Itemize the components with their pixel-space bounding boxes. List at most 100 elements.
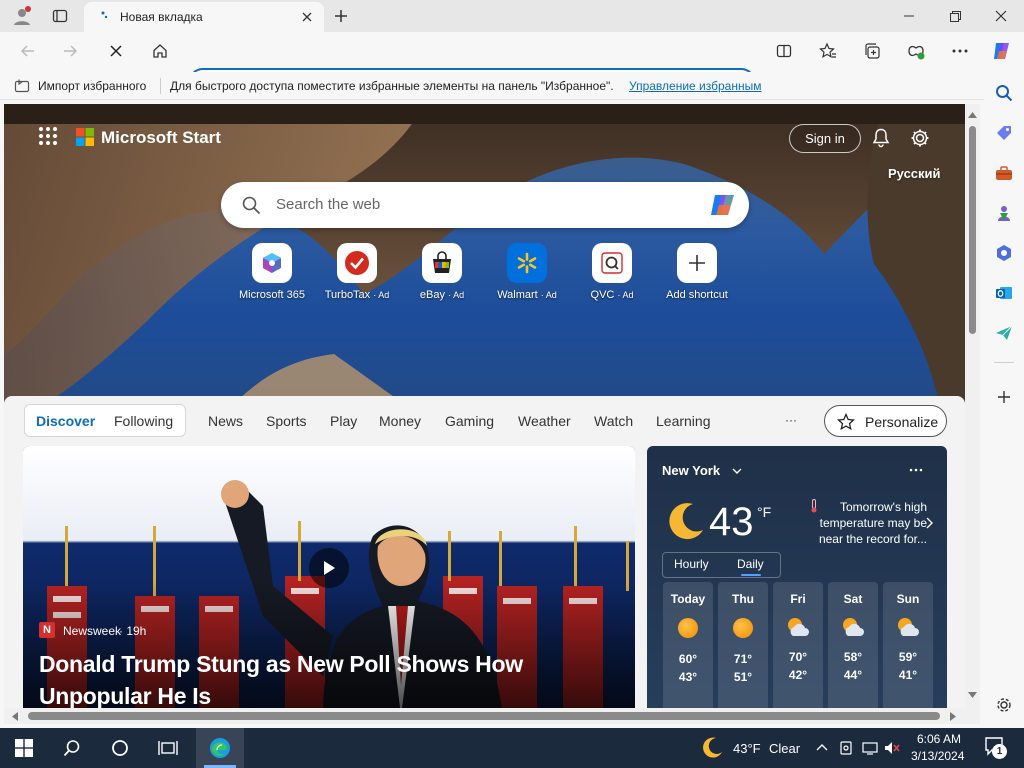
show-hidden-icons-chevron-icon[interactable] — [816, 743, 828, 751]
vertical-scrollbar[interactable] — [965, 104, 980, 708]
shortcut-qvc[interactable]: QVC · Ad — [572, 243, 652, 307]
network-icon[interactable] — [862, 741, 878, 755]
weather-alert[interactable]: Tomorrow's high temperature may be near … — [797, 499, 927, 547]
volume-muted-icon[interactable] — [884, 741, 900, 755]
clock-date[interactable]: 3/13/2024 — [911, 749, 964, 763]
forecast-day[interactable]: Thu 71° 51° — [718, 582, 768, 708]
page-settings-gear-icon[interactable] — [908, 126, 932, 150]
add-sidebar-app-icon[interactable] — [990, 384, 1018, 410]
tab-new-tab[interactable]: Новая вкладка — [84, 2, 324, 32]
tab-following[interactable]: Following — [114, 413, 173, 429]
notifications-bell-icon[interactable] — [870, 126, 892, 150]
manage-favorites-link[interactable]: Управление избранным — [629, 79, 761, 93]
tab-money[interactable]: Money — [379, 413, 421, 429]
shortcut-walmart[interactable]: Walmart · Ad — [487, 243, 567, 307]
story-headline[interactable]: Donald Trump Stung as New Poll Shows How… — [39, 648, 629, 708]
more-tabs-button[interactable]: ··· — [785, 413, 797, 427]
weather-card[interactable]: New York 43 °F Tomorrow's high temperatu… — [647, 446, 947, 708]
tab-weather[interactable]: Weather — [518, 413, 571, 429]
scrollbar-thumb[interactable] — [28, 712, 940, 720]
shortcut-ebay[interactable]: eBay · Ad — [402, 243, 482, 307]
add-shortcut-button[interactable]: Add shortcut — [657, 243, 737, 307]
apps-launcher-icon[interactable] — [36, 124, 60, 148]
hourly-toggle[interactable]: Hourly — [674, 557, 709, 571]
sidebar-settings-gear-icon[interactable] — [990, 692, 1018, 718]
top-story-card[interactable]: N Newsweek · 19h Donald Trump Stung as N… — [23, 446, 635, 708]
tab-news[interactable]: News — [208, 413, 243, 429]
forecast-day[interactable]: Fri 70° 42° — [773, 582, 823, 708]
settings-more-icon[interactable] — [946, 38, 974, 64]
drop-send-icon[interactable] — [990, 320, 1018, 346]
stop-loading-button[interactable] — [102, 38, 130, 64]
shortcut-microsoft-365[interactable]: Microsoft 365 — [232, 243, 312, 307]
tab-discover[interactable]: Discover — [36, 413, 95, 429]
taskbar-search-icon[interactable] — [56, 734, 88, 762]
tab-play[interactable]: Play — [330, 413, 357, 429]
clock-time[interactable]: 6:06 AM — [917, 732, 961, 746]
scroll-right-arrow-icon[interactable] — [950, 712, 956, 721]
day-name: Sat — [843, 592, 863, 606]
games-icon[interactable] — [990, 200, 1018, 226]
web-search-input[interactable]: Search the web — [276, 196, 380, 213]
action-center-icon[interactable]: 1 — [984, 736, 1008, 760]
weather-more-icon[interactable] — [909, 468, 923, 472]
copilot-icon[interactable] — [988, 38, 1016, 64]
device-icon[interactable] — [839, 741, 853, 755]
web-search-box[interactable]: Search the web — [221, 182, 749, 228]
moon-icon — [663, 500, 707, 544]
outlook-icon[interactable] — [990, 280, 1018, 306]
copilot-search-icon[interactable] — [709, 191, 739, 219]
tab-gaming[interactable]: Gaming — [445, 413, 494, 429]
weather-city[interactable]: New York — [662, 463, 720, 478]
close-window-button[interactable] — [986, 4, 1016, 28]
scrollbar-thumb[interactable] — [969, 126, 976, 334]
home-button[interactable] — [146, 38, 174, 64]
split-screen-icon[interactable] — [770, 38, 798, 64]
taskbar-weather-moon-icon[interactable] — [700, 736, 724, 760]
forecast-day[interactable]: Sun 59° 41° — [883, 582, 933, 708]
tab-sports[interactable]: Sports — [266, 413, 306, 429]
personalize-button[interactable]: Personalize — [824, 405, 947, 437]
taskbar-weather-temp[interactable]: 43°F — [733, 741, 761, 756]
favorites-icon[interactable] — [814, 38, 842, 64]
day-name: Sun — [896, 592, 920, 606]
minimize-button[interactable] — [894, 4, 924, 28]
chevron-right-icon[interactable] — [925, 517, 933, 529]
scroll-up-arrow-icon[interactable] — [968, 112, 977, 118]
shortcut-turbotax[interactable]: TurboTax · Ad — [317, 243, 397, 307]
browser-essentials-icon[interactable] — [902, 38, 930, 64]
brand-title[interactable]: Microsoft Start — [101, 128, 221, 148]
tab-close-icon[interactable] — [298, 8, 316, 26]
import-favorites-button[interactable]: Импорт избранного — [38, 79, 146, 93]
language-link[interactable]: Русский — [888, 166, 941, 181]
current-temp: 43 — [709, 500, 754, 544]
scroll-down-arrow-icon[interactable] — [968, 692, 977, 698]
forecast-day[interactable]: Today 60° 43° — [663, 582, 713, 708]
horizontal-scrollbar[interactable] — [4, 708, 980, 724]
tools-icon[interactable] — [990, 160, 1018, 186]
windows-start-icon[interactable] — [8, 734, 40, 762]
new-tab-button[interactable] — [328, 4, 354, 28]
daily-toggle[interactable]: Daily — [737, 557, 764, 571]
back-button[interactable] — [14, 38, 42, 64]
forecast-day[interactable]: Sat 58° 44° — [828, 582, 878, 708]
tab-watch[interactable]: Watch — [594, 413, 633, 429]
chevron-down-icon[interactable] — [732, 466, 742, 476]
sign-in-button[interactable]: Sign in — [789, 124, 861, 153]
restore-button[interactable] — [940, 4, 970, 28]
scroll-left-arrow-icon[interactable] — [12, 712, 18, 721]
shopping-tag-icon[interactable] — [990, 120, 1018, 146]
profile-avatar[interactable] — [8, 4, 36, 28]
tab-learning[interactable]: Learning — [656, 413, 711, 429]
tab-actions-icon[interactable] — [46, 4, 74, 28]
taskbar-weather-condition[interactable]: Clear — [769, 741, 800, 756]
video-play-button[interactable] — [309, 548, 349, 588]
forward-button[interactable] — [56, 38, 84, 64]
sidebar-search-icon[interactable] — [990, 80, 1018, 106]
microsoft-365-sidebar-icon[interactable] — [990, 240, 1018, 266]
collections-icon[interactable] — [858, 38, 886, 64]
edge-taskbar-icon[interactable] — [196, 728, 244, 768]
task-view-icon[interactable] — [152, 734, 184, 762]
day-low: 44° — [843, 668, 863, 682]
cortana-icon[interactable] — [104, 734, 136, 762]
